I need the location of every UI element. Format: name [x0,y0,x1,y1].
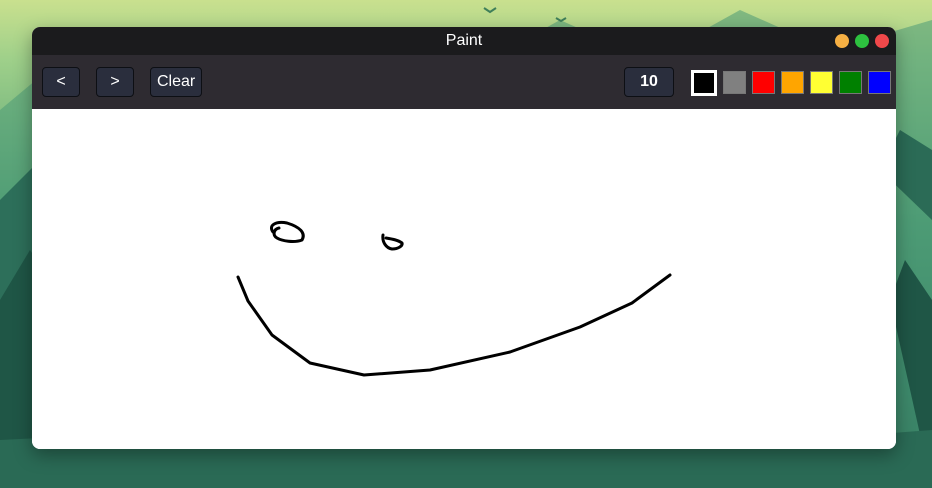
color-swatch-green[interactable] [839,71,862,94]
undo-button[interactable]: < [42,67,80,97]
color-swatch-blue[interactable] [868,71,891,94]
title-bar[interactable]: Paint [32,27,896,55]
color-swatch-red[interactable] [752,71,775,94]
redo-button[interactable]: > [96,67,134,97]
toolbar: < > Clear 10 [32,55,896,109]
stroke-smile [236,273,672,377]
minimize-dot[interactable] [835,34,849,48]
color-swatch-yellow[interactable] [810,71,833,94]
brush-size-input[interactable]: 10 [624,67,674,97]
color-swatch-black[interactable] [691,70,717,96]
color-palette [691,70,891,96]
stroke-left-eye [270,221,305,243]
color-swatch-gray[interactable] [723,71,746,94]
paint-window: Paint < > Clear 10 [32,27,896,449]
maximize-dot[interactable] [855,34,869,48]
stroke-right-eye [381,233,404,251]
drawing-canvas[interactable] [32,109,896,449]
color-swatch-orange[interactable] [781,71,804,94]
close-dot[interactable] [875,34,889,48]
window-title: Paint [445,32,483,49]
window-controls [835,34,889,48]
clear-button[interactable]: Clear [150,67,203,97]
